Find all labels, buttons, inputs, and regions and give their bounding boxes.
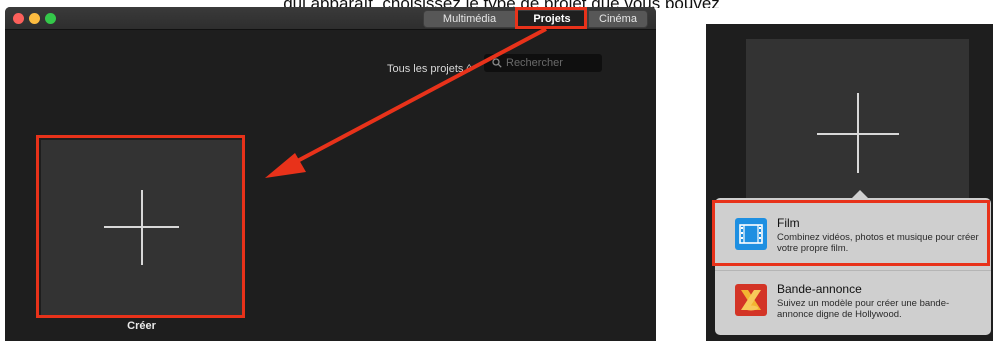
new-project-panel: Film Combinez vidéos, photos et musique … bbox=[706, 24, 993, 341]
create-tile-highlight bbox=[36, 135, 245, 318]
zoom-button[interactable] bbox=[45, 13, 56, 24]
plus-icon-vertical bbox=[857, 93, 859, 173]
search-icon bbox=[492, 58, 502, 68]
close-button[interactable] bbox=[13, 13, 24, 24]
search-placeholder: Rechercher bbox=[506, 57, 563, 69]
spotlight-trailer-icon bbox=[735, 284, 767, 316]
trailer-description: Suivez un modèle pour créer une bande-an… bbox=[777, 298, 950, 320]
imovie-window: Multimédia Projets Cinéma Tous les proje… bbox=[5, 7, 656, 341]
projects-filter-dropdown[interactable]: Tous les projets ◊ bbox=[387, 63, 472, 75]
create-label: Créer bbox=[127, 320, 156, 332]
minimize-button[interactable] bbox=[29, 13, 40, 24]
tab-multimedia[interactable]: Multimédia bbox=[423, 10, 516, 28]
film-item-highlight bbox=[712, 200, 990, 266]
projets-tab-highlight bbox=[515, 7, 587, 29]
search-input[interactable]: Rechercher bbox=[484, 54, 602, 72]
trailer-title: Bande-annonce bbox=[777, 282, 862, 296]
tab-cinema[interactable]: Cinéma bbox=[588, 10, 648, 28]
menu-item-bande-annonce[interactable]: Bande-annonce Suivez un modèle pour crée… bbox=[715, 270, 991, 334]
